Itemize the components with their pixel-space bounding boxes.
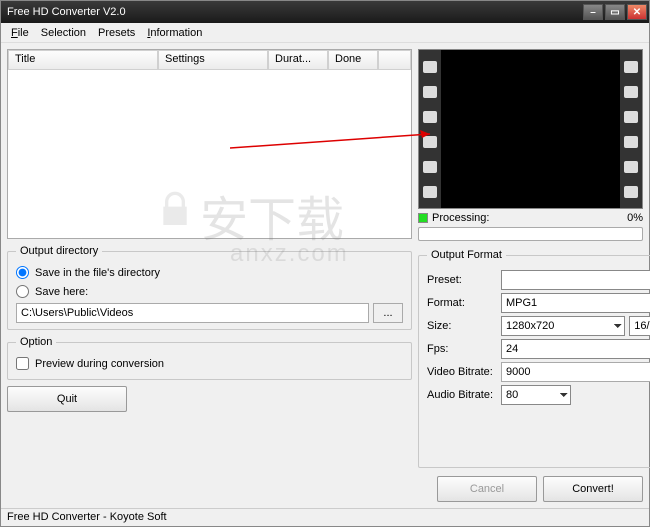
menu-selection[interactable]: Selection [37, 25, 90, 41]
browse-button[interactable]: ... [373, 303, 403, 323]
abitrate-select[interactable]: 80 [501, 385, 571, 405]
video-preview [418, 49, 643, 209]
main-area: Title Settings Durat... Done Output dire… [1, 43, 649, 508]
titlebar[interactable]: Free HD Converter V2.0 – ▭ ✕ [1, 1, 649, 23]
progress-bar [418, 227, 643, 241]
cancel-button[interactable]: Cancel [437, 476, 537, 502]
film-strip-left [419, 50, 441, 208]
col-done[interactable]: Done [328, 50, 378, 70]
app-window: Free HD Converter V2.0 – ▭ ✕ File Select… [0, 0, 650, 527]
size-label: Size: [427, 320, 497, 332]
menu-information[interactable]: Information [143, 25, 206, 41]
format-select[interactable]: MPG1 [501, 293, 650, 313]
window-title: Free HD Converter V2.0 [7, 6, 126, 18]
convert-button[interactable]: Convert! [543, 476, 643, 502]
status-bar: Free HD Converter - Koyote Soft [1, 508, 649, 526]
preview-screen [441, 50, 620, 208]
file-table[interactable]: Title Settings Durat... Done [7, 49, 412, 239]
fps-label: Fps: [427, 343, 497, 355]
quit-button[interactable]: Quit [7, 386, 127, 412]
col-settings[interactable]: Settings [158, 50, 268, 70]
option-group: Option Preview during conversion [7, 336, 412, 380]
menu-presets[interactable]: Presets [94, 25, 139, 41]
ratio-select[interactable]: 16/9 [629, 316, 650, 336]
processing-percent: 0% [627, 212, 643, 224]
radio-save-file-dir-label: Save in the file's directory [35, 267, 160, 279]
size-select[interactable]: 1280x720 [501, 316, 625, 336]
col-duration[interactable]: Durat... [268, 50, 328, 70]
radio-save-here-label: Save here: [35, 286, 88, 298]
format-label: Format: [427, 297, 497, 309]
output-format-group: Output Format Preset: Format: MPG1 Size:… [418, 249, 650, 468]
processing-label: Processing: [432, 212, 489, 224]
radio-save-file-dir[interactable] [16, 266, 29, 279]
col-title[interactable]: Title [8, 50, 158, 70]
vbitrate-label: Video Bitrate: [427, 366, 497, 378]
abitrate-label: Audio Bitrate: [427, 389, 497, 401]
output-dir-legend: Output directory [16, 245, 102, 257]
fps-select[interactable]: 24 [501, 339, 650, 359]
path-input[interactable] [16, 303, 369, 323]
maximize-button[interactable]: ▭ [605, 4, 625, 20]
preset-select[interactable] [501, 270, 650, 290]
film-strip-right [620, 50, 642, 208]
menubar: File Selection Presets Information [1, 23, 649, 43]
preview-checkbox[interactable] [16, 357, 29, 370]
option-legend: Option [16, 336, 56, 348]
preview-label: Preview during conversion [35, 358, 164, 370]
radio-save-here[interactable] [16, 285, 29, 298]
output-directory-group: Output directory Save in the file's dire… [7, 245, 412, 330]
close-button[interactable]: ✕ [627, 4, 647, 20]
preset-label: Preset: [427, 274, 497, 286]
vbitrate-input[interactable] [501, 362, 650, 382]
output-format-legend: Output Format [427, 249, 506, 261]
menu-file[interactable]: File [7, 25, 33, 41]
processing-indicator-icon [418, 213, 428, 223]
minimize-button[interactable]: – [583, 4, 603, 20]
